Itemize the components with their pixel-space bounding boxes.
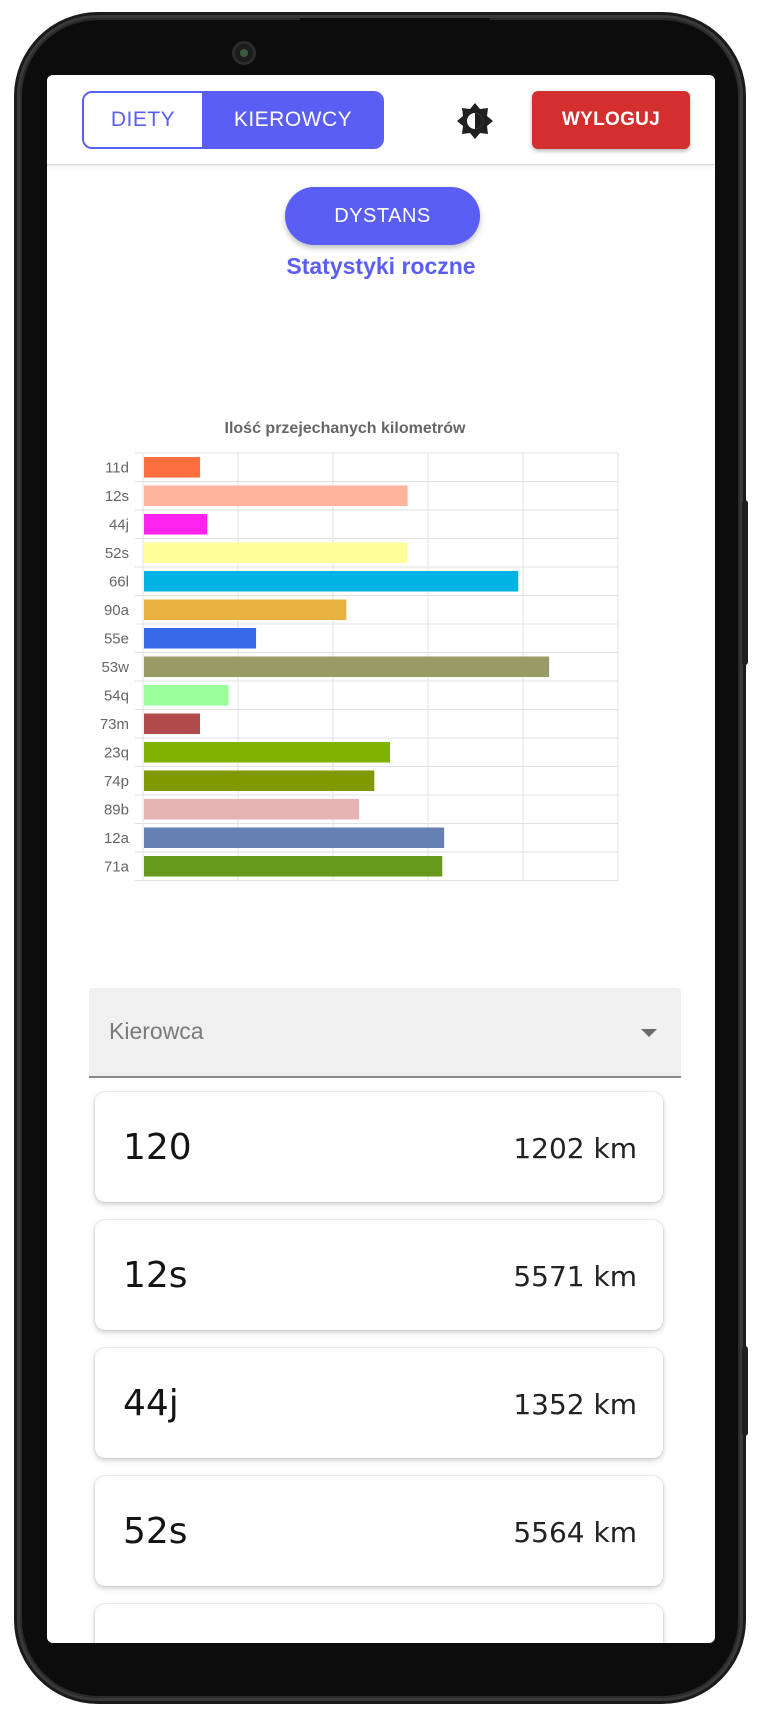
logout-button[interactable]: WYLOGUJ (532, 91, 690, 149)
y-tick-label: 44j (109, 516, 129, 533)
y-tick-label: 73m (100, 716, 129, 733)
bar (144, 456, 201, 478)
list-item[interactable]: 12s 5571 km (95, 1220, 663, 1330)
side-button (742, 1346, 748, 1436)
y-tick-label: 55e (104, 630, 129, 647)
y-tick-label: 71a (104, 858, 130, 875)
driver-name: 44j (123, 1383, 179, 1424)
driver-distance: 5564 km (513, 1516, 637, 1549)
dystans-button[interactable]: DYSTANS (285, 187, 480, 245)
bar (144, 485, 408, 507)
tab-diety[interactable]: DIETY (84, 93, 204, 147)
driver-name: 12s (123, 1255, 188, 1296)
y-tick-label: 66l (109, 573, 129, 590)
chart-title: Ilość przejechanych kilometrów (225, 420, 467, 437)
bar (144, 656, 550, 678)
y-tick-label: 89b (104, 801, 129, 818)
y-tick-label: 12s (105, 488, 129, 505)
y-tick-label: 53w (101, 659, 129, 676)
bar (144, 827, 445, 849)
app-bar: DIETY KIEROWCY WYLOGUJ (47, 75, 715, 165)
bar (144, 513, 208, 535)
driver-name: 52s (123, 1511, 188, 1552)
bar (144, 770, 375, 792)
section-title: Statystyki roczne (286, 253, 476, 279)
brightness-icon[interactable] (455, 101, 495, 141)
bar (144, 570, 519, 592)
section-toggle: DIETY KIEROWCY (82, 91, 384, 149)
camera-icon (232, 41, 256, 65)
bar (144, 798, 360, 820)
list-item[interactable]: 120 1202 km (95, 1092, 663, 1202)
phone-notch (300, 18, 490, 46)
list-item[interactable]: 44j 1352 km (95, 1348, 663, 1458)
y-tick-label: 12a (104, 830, 130, 847)
y-tick-label: 23q (104, 744, 129, 761)
driver-distance: 1352 km (513, 1388, 637, 1421)
bar (144, 599, 347, 621)
driver-distance: 5571 km (513, 1260, 637, 1293)
distance-chart: Ilość przejechanych kilometrów 020004000… (65, 321, 685, 943)
bar (144, 855, 443, 877)
driver-name: 120 (123, 1127, 192, 1168)
bar (144, 713, 200, 735)
bar (144, 627, 257, 649)
distance-chart-svg: Ilość przejechanych kilometrów 020004000… (100, 420, 641, 943)
bar (144, 684, 229, 706)
driver-select[interactable]: Kierowca (89, 988, 681, 1078)
driver-select-placeholder: Kierowca (109, 1018, 204, 1044)
driver-distance: 1202 km (513, 1132, 637, 1165)
y-tick-label: 11d (105, 459, 129, 476)
y-tick-label: 54q (104, 687, 129, 704)
side-button (742, 500, 748, 665)
bar (144, 741, 390, 763)
screen: DIETY KIEROWCY WYLOGUJ DYSTANS Statystyk… (47, 75, 715, 1643)
list-item[interactable]: 52s 5564 km (95, 1476, 663, 1586)
list-item[interactable] (95, 1604, 663, 1643)
bar (144, 542, 408, 564)
tab-kierowcy[interactable]: KIEROWCY (204, 93, 382, 147)
y-tick-label: 90a (104, 602, 130, 619)
y-tick-label: 74p (104, 773, 129, 790)
y-tick-label: 52s (105, 545, 129, 562)
chevron-down-icon (641, 1029, 657, 1037)
